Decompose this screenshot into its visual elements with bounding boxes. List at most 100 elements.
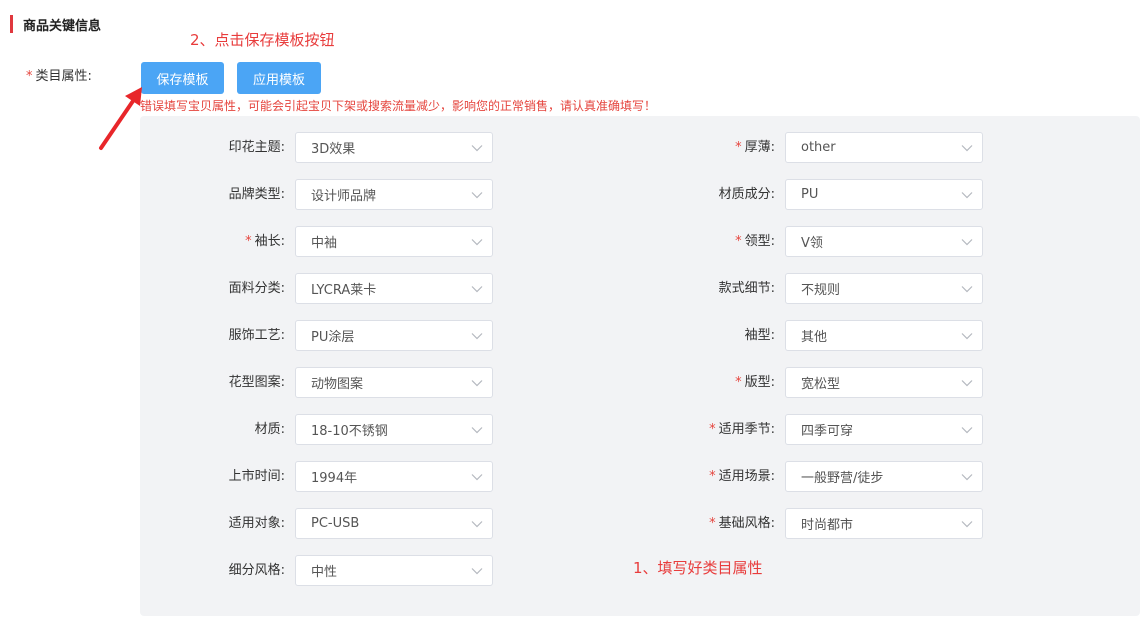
attribute-select[interactable]: 宽松型 — [785, 367, 983, 398]
field-label: * 袖长: — [135, 226, 285, 258]
field-label-text: 袖型: — [744, 328, 775, 343]
chevron-down-icon — [952, 238, 982, 246]
attribute-select[interactable]: 其他 — [785, 320, 983, 351]
field-label-text: 厚薄: — [744, 140, 775, 155]
select-value: 时尚都市 — [801, 518, 854, 533]
attribute-select[interactable]: 3D效果 — [295, 132, 493, 163]
field-label: 细分风格: — [135, 555, 285, 587]
select-value: 一般野营/徒步 — [801, 471, 884, 486]
field-label-text: 款式细节: — [718, 281, 775, 296]
attribute-select[interactable]: 时尚都市 — [785, 508, 983, 539]
required-mark: * — [245, 234, 252, 249]
field-label-text: 适用对象: — [228, 516, 285, 531]
category-attributes-label: * 类目属性: — [26, 65, 92, 84]
chevron-down-icon — [462, 473, 492, 481]
attribute-select[interactable]: 动物图案 — [295, 367, 493, 398]
field-label: 袖型: — [625, 320, 775, 352]
field-label-text: 上市时间: — [228, 469, 285, 484]
chevron-down-icon — [462, 144, 492, 152]
annotation-step-2: 2、点击保存模板按钮 — [190, 31, 335, 49]
select-value: other — [801, 140, 836, 155]
chevron-down-icon — [462, 332, 492, 340]
field-label: * 厚薄: — [625, 132, 775, 164]
attribute-select[interactable]: PU — [785, 179, 983, 210]
required-mark: * — [709, 422, 716, 437]
attribute-select[interactable]: V领 — [785, 226, 983, 257]
attribute-select[interactable]: 中袖 — [295, 226, 493, 257]
attribute-select[interactable]: 1994年 — [295, 461, 493, 492]
attribute-select[interactable]: other — [785, 132, 983, 163]
section-header: 商品关键信息 — [10, 14, 101, 34]
attributes-panel: 印花主题: 3D效果 品牌类型: 设计师品牌 * 袖长: 中袖 面料分类: LYCRA莱卡 服饰工… — [140, 116, 1140, 616]
chevron-down-icon — [462, 191, 492, 199]
attribute-select[interactable]: 中性 — [295, 555, 493, 586]
field-label: 上市时间: — [135, 461, 285, 493]
field-label-text: 花型图案: — [228, 375, 285, 390]
required-mark: * — [735, 375, 742, 390]
field-label-text: 材质: — [254, 422, 285, 437]
field-label: 面料分类: — [135, 273, 285, 305]
field-label: * 适用场景: — [625, 461, 775, 493]
chevron-down-icon — [952, 473, 982, 481]
select-value: V领 — [801, 236, 823, 251]
select-value: LYCRA莱卡 — [311, 283, 377, 298]
field-label-text: 领型: — [744, 234, 775, 249]
required-mark: * — [735, 234, 742, 249]
chevron-down-icon — [952, 520, 982, 528]
field-label: 材质成分: — [625, 179, 775, 211]
attribute-select[interactable]: 设计师品牌 — [295, 179, 493, 210]
required-mark: * — [709, 469, 716, 484]
chevron-down-icon — [462, 238, 492, 246]
field-label-text: 适用场景: — [718, 469, 775, 484]
attribute-select[interactable]: 18-10不锈钢 — [295, 414, 493, 445]
field-label-text: 印花主题: — [228, 140, 285, 155]
field-label: 适用对象: — [135, 508, 285, 540]
field-label-text: 版型: — [744, 375, 775, 390]
section-accent-bar — [10, 15, 13, 33]
field-label-text: 品牌类型: — [228, 187, 285, 202]
select-value: 宽松型 — [801, 377, 841, 392]
chevron-down-icon — [462, 520, 492, 528]
field-label-text: 面料分类: — [228, 281, 285, 296]
select-value: 3D效果 — [311, 142, 356, 157]
field-label: 材质: — [135, 414, 285, 446]
required-mark: * — [735, 140, 742, 155]
field-label-text: 适用季节: — [718, 422, 775, 437]
chevron-down-icon — [952, 144, 982, 152]
attribute-select[interactable]: LYCRA莱卡 — [295, 273, 493, 304]
select-value: PU涂层 — [311, 330, 355, 345]
field-label: 服饰工艺: — [135, 320, 285, 352]
field-label-text: 基础风格: — [718, 516, 775, 531]
field-label: * 版型: — [625, 367, 775, 399]
select-value: 动物图案 — [311, 377, 364, 392]
warning-message: 错误填写宝贝属性，可能会引起宝贝下架或搜索流量减少，影响您的正常销售，请认真准确… — [140, 99, 657, 113]
select-value: 中性 — [311, 565, 338, 580]
select-value: 其他 — [801, 330, 828, 345]
required-mark: * — [26, 69, 33, 84]
chevron-down-icon — [952, 191, 982, 199]
attribute-select[interactable]: 不规则 — [785, 273, 983, 304]
chevron-down-icon — [952, 332, 982, 340]
select-value: 四季可穿 — [801, 424, 854, 439]
required-mark: * — [709, 516, 716, 531]
select-value: 18-10不锈钢 — [311, 424, 388, 439]
field-label: * 领型: — [625, 226, 775, 258]
chevron-down-icon — [952, 285, 982, 293]
section-title: 商品关键信息 — [23, 18, 102, 34]
apply-template-button[interactable]: 应用模板 — [237, 62, 321, 94]
field-label-text: 袖长: — [254, 234, 285, 249]
attribute-select[interactable]: 四季可穿 — [785, 414, 983, 445]
attribute-select[interactable]: PC-USB — [295, 508, 493, 539]
chevron-down-icon — [952, 379, 982, 387]
attribute-select[interactable]: 一般野营/徒步 — [785, 461, 983, 492]
chevron-down-icon — [462, 379, 492, 387]
category-attributes-label-text: 类目属性: — [35, 69, 92, 84]
chevron-down-icon — [462, 285, 492, 293]
chevron-down-icon — [462, 426, 492, 434]
field-label: 印花主题: — [135, 132, 285, 164]
chevron-down-icon — [462, 567, 492, 575]
attribute-select[interactable]: PU涂层 — [295, 320, 493, 351]
select-value: 设计师品牌 — [311, 189, 377, 204]
chevron-down-icon — [952, 426, 982, 434]
field-label-text: 细分风格: — [228, 563, 285, 578]
